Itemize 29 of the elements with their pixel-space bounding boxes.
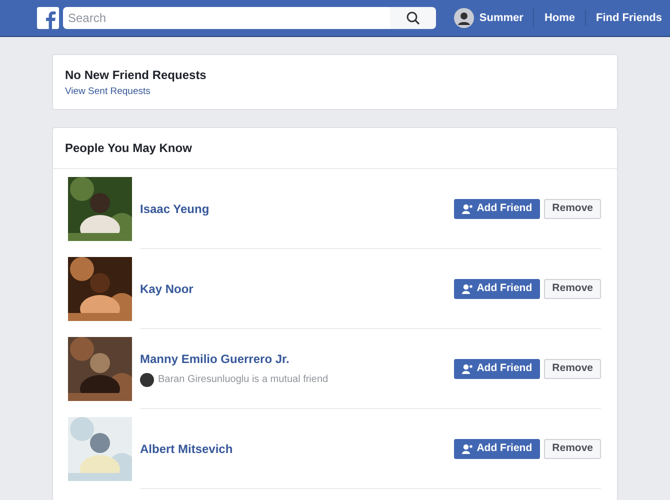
logo-icon[interactable] [37,7,59,29]
mutual-friend-text: Baran Giresunluoglu is a mutual friend [158,373,328,387]
add-friend-button[interactable]: Add Friend [454,278,540,298]
profile-link[interactable]: Summer [454,8,534,28]
search-field[interactable]: Search [63,7,390,29]
avatar-icon [140,372,154,386]
add-friend-button[interactable]: Add Friend [454,438,540,458]
person-name[interactable]: Manny Emilio Guerrero Jr. [140,350,290,368]
remove-button[interactable]: Remove [544,438,601,458]
card-title: No New Friend Requests [65,68,208,83]
search-icon [406,11,420,25]
add-person-icon [462,444,473,454]
remove-button[interactable]: Remove [544,198,601,218]
card-title: People You May Know [53,128,617,169]
person-name[interactable]: Kay Noor [140,280,194,298]
person-name[interactable]: Isaac Yeung [140,200,210,218]
add-person-icon [462,364,473,374]
add-person-icon [462,204,473,214]
nav-link[interactable]: Find Friends [586,10,662,26]
add-person-icon [462,284,473,294]
add-friend-button[interactable]: Add Friend [454,198,540,218]
nav-link[interactable]: Home [534,10,586,26]
sent-requests-link[interactable]: View Sent Requests [65,85,150,100]
add-friend-button[interactable]: Add Friend [454,358,540,378]
person-name[interactable]: Albert Mitsevich [140,440,233,458]
remove-button[interactable]: Remove [544,358,601,378]
remove-button[interactable]: Remove [544,278,601,298]
search-button[interactable] [390,7,436,29]
avatar-icon [454,8,474,28]
